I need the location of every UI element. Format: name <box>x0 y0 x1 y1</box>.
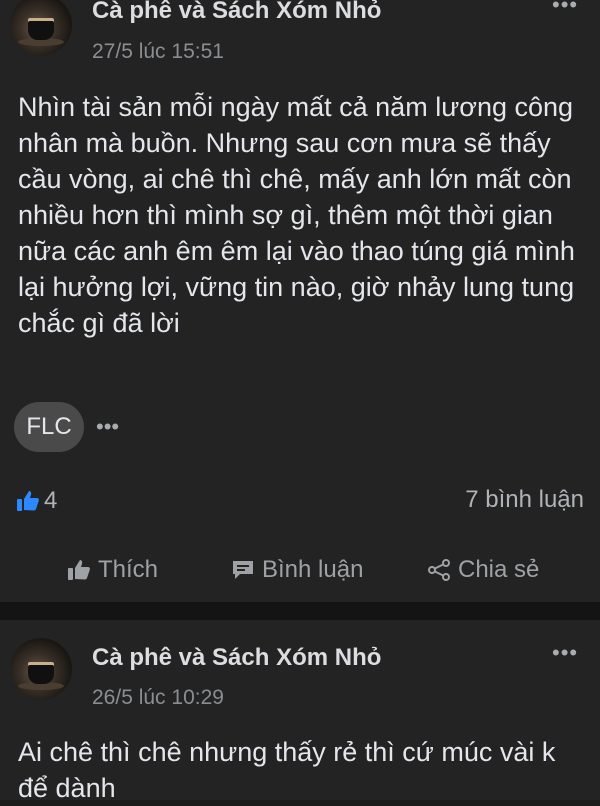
reaction-summary[interactable]: 4 <box>16 484 57 518</box>
share-button[interactable]: Chia sẻ <box>426 548 539 592</box>
comment-icon <box>233 561 253 579</box>
comment-button[interactable]: Bình luận <box>230 548 363 592</box>
share-icon <box>428 559 450 581</box>
ellipsis-icon[interactable]: ••• <box>552 642 578 664</box>
share-button-label: Chia sẻ <box>458 556 540 583</box>
post-timestamp[interactable]: 26/5 lúc 10:29 <box>92 686 224 710</box>
post-author[interactable]: Cà phê và Sách Xóm Nhỏ <box>92 644 381 672</box>
post-actions: Thích Bình luận Chia sẻ <box>0 548 600 592</box>
post-body: Nhìn tài sản mỗi ngày mất cả năm lương c… <box>18 92 575 338</box>
comment-button-label: Bình luận <box>262 556 364 583</box>
ellipsis-icon[interactable]: ••• <box>552 0 578 16</box>
post-separator <box>0 602 600 620</box>
tag-chip[interactable]: FLC <box>14 402 84 452</box>
like-button-label: Thích <box>98 556 159 583</box>
post-author[interactable]: Cà phê và Sách Xóm Nhỏ <box>92 0 381 25</box>
post-card: Cà phê và Sách Xóm Nhỏ 27/5 lúc 15:51 ••… <box>0 0 600 602</box>
post-card: Cà phê và Sách Xóm Nhỏ 26/5 lúc 10:29 ••… <box>0 620 600 803</box>
avatar[interactable] <box>10 638 72 700</box>
like-button[interactable]: Thích <box>66 548 158 592</box>
ellipsis-icon[interactable]: ••• <box>96 414 119 440</box>
post-timestamp[interactable]: 27/5 lúc 15:51 <box>92 40 224 64</box>
like-count: 4 <box>44 487 58 514</box>
post-body: Ai chê thì chê nhưng thấy rẻ thì cứ múc … <box>18 737 556 803</box>
avatar[interactable] <box>10 0 72 56</box>
comment-count[interactable]: 7 bình luận <box>465 486 584 514</box>
like-thumb-icon <box>68 560 90 580</box>
like-thumb-icon <box>17 491 39 511</box>
